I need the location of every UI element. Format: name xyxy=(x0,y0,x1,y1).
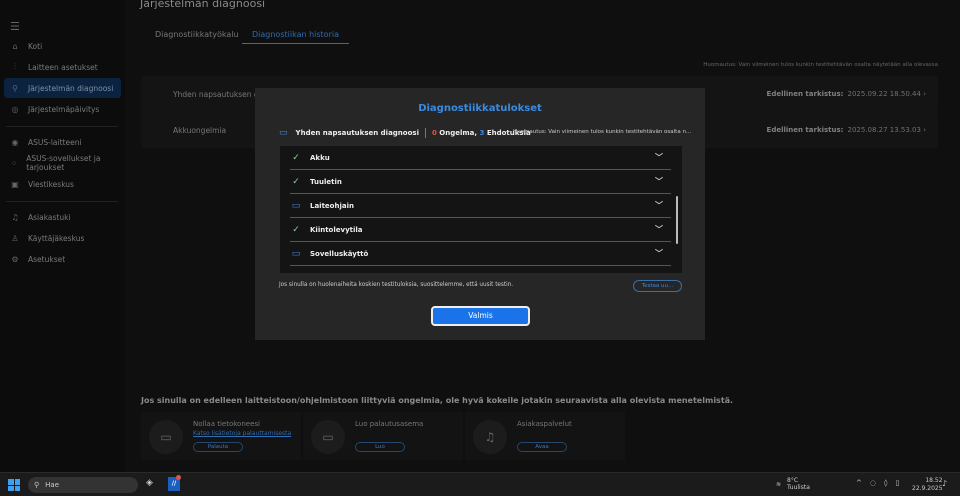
sliders-icon: ⫶ xyxy=(14,62,16,71)
result-row-battery[interactable]: ✓ Akku ﹀ xyxy=(290,146,671,170)
wifi-icon[interactable]: ◌ xyxy=(870,479,876,487)
results-note: Huomautus: Vain viimeinen tulos kunkin t… xyxy=(513,129,692,135)
gear-icon: ⚙ xyxy=(11,254,19,264)
page-title: Järjestelmän diagnoosi xyxy=(140,0,266,10)
battery-icon[interactable]: ▯ xyxy=(895,479,899,487)
reset-button[interactable]: Palauta xyxy=(193,442,243,452)
sidebar-item-user-center[interactable]: ♙ Käyttäjäkeskus xyxy=(4,228,121,248)
option-customer-service: ♫ Asiakaspalvelut Avaa xyxy=(465,412,625,460)
results-list: ✓ Akku ﹀ ✓ Tuuletin ﹀ ▭ Laiteohjain ﹀ ✓ Kiintol… xyxy=(280,146,682,273)
sidebar-item-system-update[interactable]: ◎ Järjestelmäpäivitys xyxy=(4,99,121,119)
diagnosis-icon: ⚲ xyxy=(12,83,18,93)
divider xyxy=(6,201,118,202)
system-tray: ^ ◌ ◊ ▯ xyxy=(856,479,899,487)
divider xyxy=(424,128,426,138)
notification-badge xyxy=(176,475,181,480)
laptop-reset-icon: ▭ xyxy=(149,420,183,454)
sidebar: ☰ ⌂ Koti ⫶ Laitteen asetukset ⚲ Järjestelmä… xyxy=(0,0,125,472)
search-icon: ⚲ xyxy=(34,481,40,489)
windows-start-icon[interactable] xyxy=(8,479,20,491)
suggestion-message-icon: ▭ xyxy=(291,200,301,211)
sidebar-item-apps[interactable]: ⁘ ASUS-sovellukset ja tarjoukset xyxy=(4,153,121,173)
check-circle-icon: ✓ xyxy=(292,152,300,163)
wind-icon: ≋ xyxy=(776,480,782,488)
sidebar-item-messages[interactable]: ▣ Viestikeskus xyxy=(4,174,121,194)
tab-diagnostic-history[interactable]: Diagnostiikan historia xyxy=(242,30,349,44)
weather-widget[interactable]: ≋ 8°C Tuulista xyxy=(776,477,810,491)
sidebar-item-support[interactable]: ♫ Asiakastuki xyxy=(4,207,121,227)
sidebar-item-settings[interactable]: ⚙ Asetukset xyxy=(4,249,121,269)
chevron-down-icon[interactable]: ﹀ xyxy=(655,248,663,259)
done-button[interactable]: Valmis xyxy=(431,306,530,326)
history-note: Huomautus: Vain viimeinen tulos kunkin t… xyxy=(703,62,938,68)
dialog-title: Diagnostiikkatulokset xyxy=(418,103,542,114)
result-row-driver[interactable]: ▭ Laiteohjain ﹀ xyxy=(290,194,671,218)
suggestion-message-icon: ▭ xyxy=(291,248,301,259)
volume-icon[interactable]: ◊ xyxy=(884,479,887,487)
hamburger-menu-icon[interactable]: ☰ xyxy=(10,20,20,33)
result-row-fan[interactable]: ✓ Tuuletin ﹀ xyxy=(290,170,671,194)
headset-icon: ♫ xyxy=(473,420,507,454)
chevron-down-icon[interactable]: ﹀ xyxy=(655,176,663,187)
update-icon: ◎ xyxy=(11,104,19,114)
clock[interactable]: 18.52 22.9.2025 xyxy=(912,477,943,493)
message-icon: ▣ xyxy=(11,179,19,189)
copilot-icon[interactable]: ◈ xyxy=(146,478,153,488)
apps-icon: ⁘ xyxy=(10,158,18,168)
scrollbar[interactable] xyxy=(676,196,678,244)
taskbar-search[interactable]: ⚲ Hae xyxy=(28,477,138,493)
message-icon: ▭ xyxy=(279,128,288,138)
open-button[interactable]: Avaa xyxy=(517,442,567,452)
diagnostic-results-dialog: Diagnostiikkatulokset ▭ Yhden napsautuks… xyxy=(255,88,705,340)
concern-text: Jos sinulla on huolenaiheita koskien tes… xyxy=(279,282,514,288)
history-name: Akkuongelmia xyxy=(173,125,227,135)
chevron-down-icon[interactable]: ﹀ xyxy=(655,152,663,163)
sidebar-item-home[interactable]: ⌂ Koti xyxy=(4,36,121,56)
check-circle-icon: ✓ xyxy=(292,176,300,187)
chevron-down-icon[interactable]: ﹀ xyxy=(655,224,663,235)
result-row-app-usage[interactable]: ▭ Sovelluskäyttö ﹀ xyxy=(290,242,671,266)
headset-icon: ♫ xyxy=(11,212,19,222)
sidebar-item-my-devices[interactable]: ◉ ASUS-laitteeni xyxy=(4,132,121,152)
sidebar-item-system-diagnosis[interactable]: ⚲ Järjestelmän diagnoosi xyxy=(4,78,121,98)
chevron-down-icon[interactable]: ﹀ xyxy=(655,200,663,211)
sidebar-item-device-settings[interactable]: ⫶ Laitteen asetukset xyxy=(4,57,121,77)
retest-button[interactable]: Testaa uu... xyxy=(633,280,682,292)
result-row-disk-space[interactable]: ✓ Kiintolevytila ﹀ xyxy=(290,218,671,242)
home-icon: ⌂ xyxy=(12,41,18,51)
laptop-icon: ▭ xyxy=(311,420,345,454)
option-recovery-drive: ▭ Luo palautusasema Luo xyxy=(303,412,463,460)
results-summary: ▭ Yhden napsautuksen diagnoosi 0 Ongelma… xyxy=(279,128,531,138)
check-circle-icon: ✓ xyxy=(292,224,300,235)
create-button[interactable]: Luo xyxy=(355,442,405,452)
notification-bell-icon[interactable]: ♪ xyxy=(942,479,947,488)
devices-icon: ◉ xyxy=(11,137,19,147)
option-reset-pc: ▭ Nollaa tietokoneesi Katso lisätietoja pa… xyxy=(141,412,301,460)
reset-info-link[interactable]: Katso lisätietoja palauttamisesta xyxy=(193,430,291,437)
divider xyxy=(6,126,118,127)
chevron-up-icon[interactable]: ^ xyxy=(856,479,862,487)
user-icon: ♙ xyxy=(11,233,19,243)
taskbar: ⚲ Hae ◈ // ≋ 8°C Tuulista ^ ◌ ◊ ▯ 18.52 22.9.20… xyxy=(0,472,960,496)
help-title: Jos sinulla on edelleen laitteistoon/ohj… xyxy=(141,396,734,405)
tab-diagnostic-tool[interactable]: Diagnostiikkatyökalu xyxy=(155,30,239,39)
